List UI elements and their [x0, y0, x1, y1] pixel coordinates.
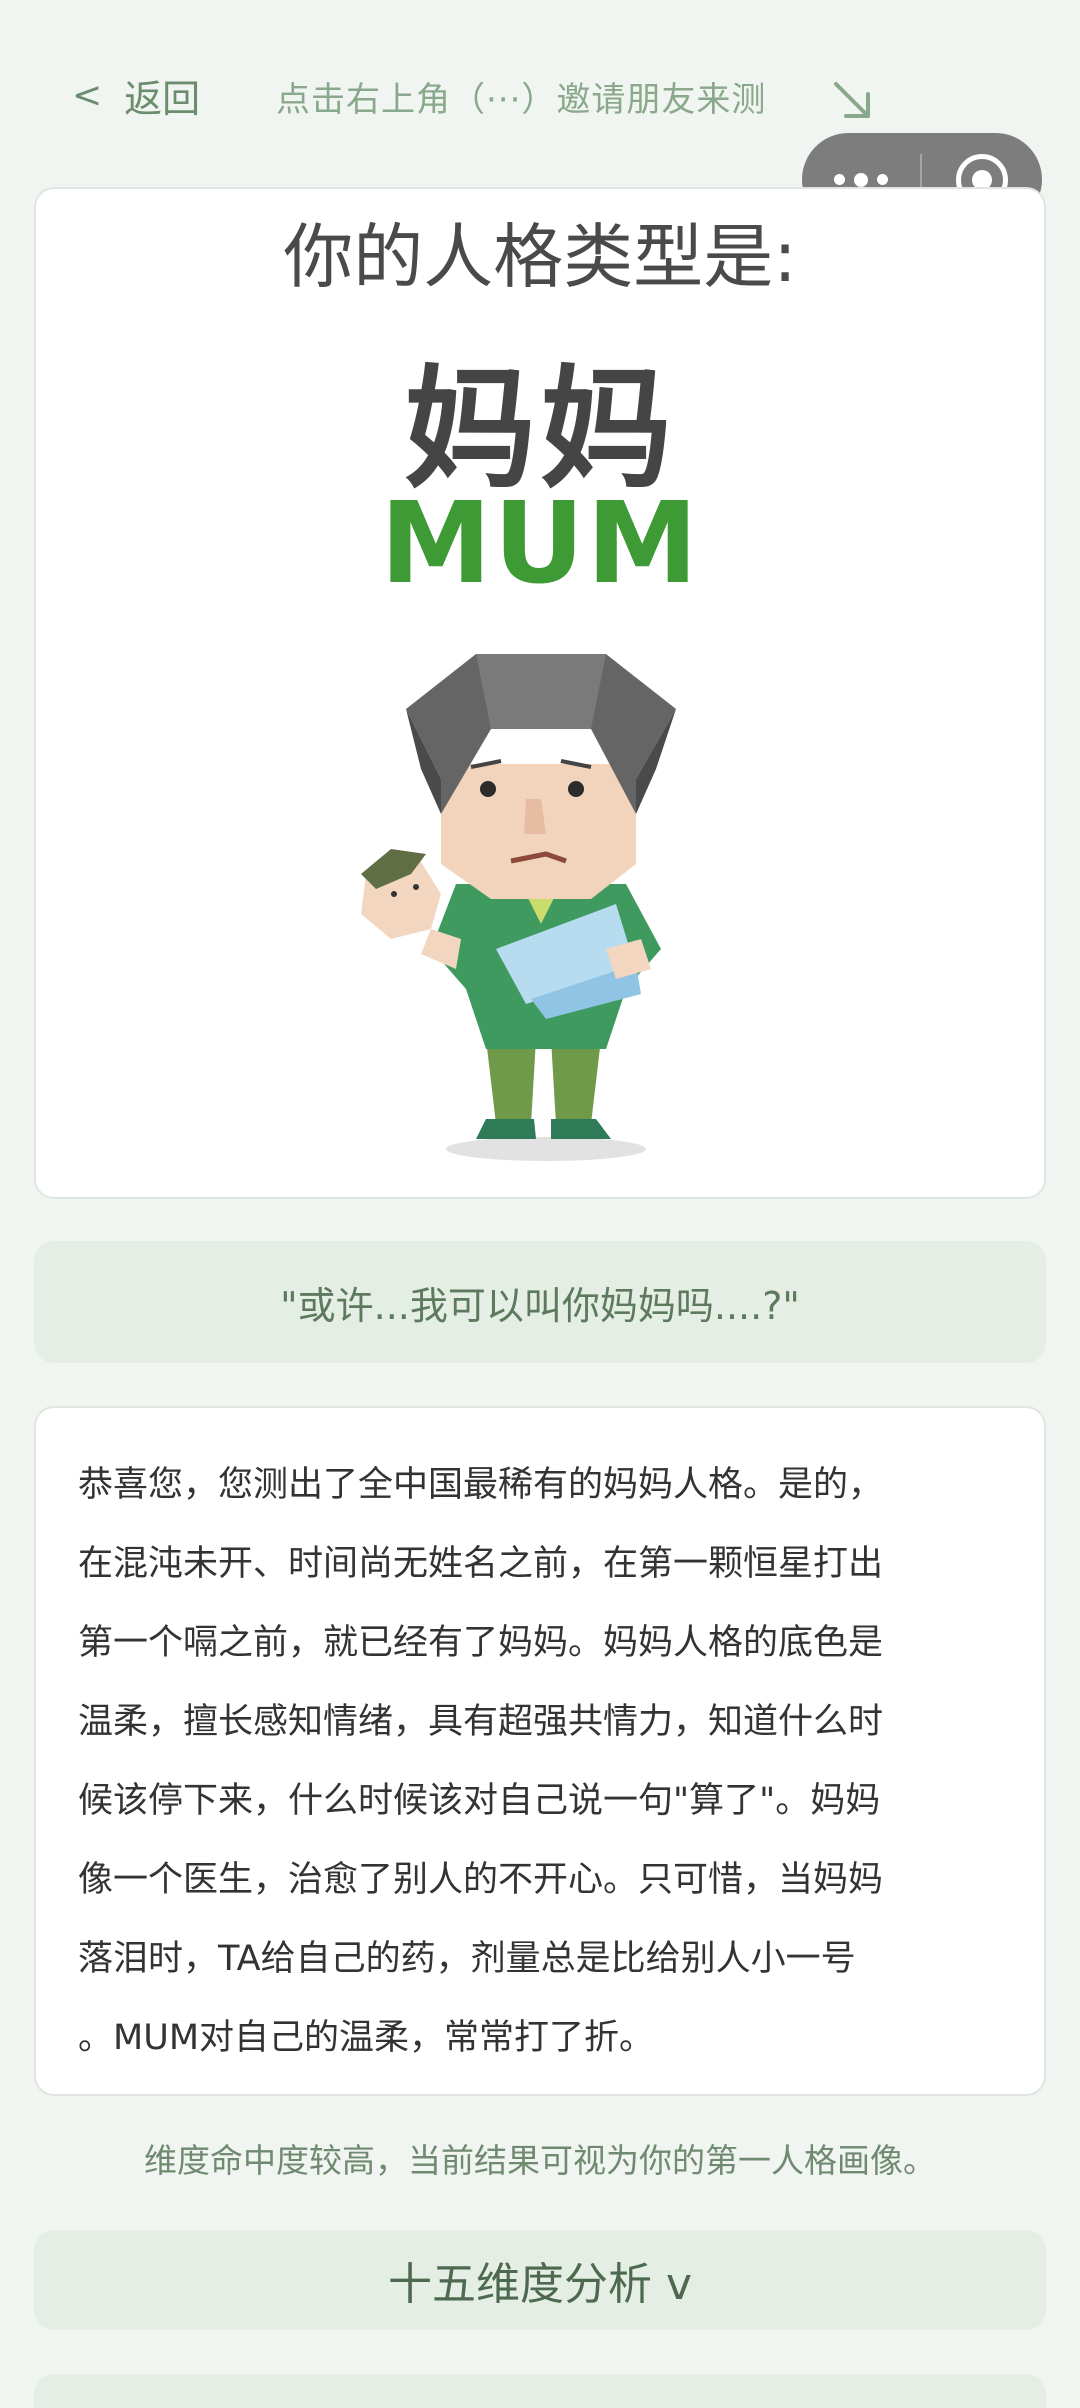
fifteen-dimensions-button[interactable]: 十五维度分析 v — [34, 2230, 1046, 2330]
description-line: 温柔，擅长感知情绪，具有超强共情力，知道什么时 — [78, 1702, 884, 1742]
next-section-panel — [34, 2374, 1046, 2408]
personality-type-en: MUM — [380, 479, 700, 609]
top-bar: < 返回 点击右上角（···）邀请朋友来测 — [0, 60, 1080, 130]
mum-character-illustration — [361, 654, 676, 1161]
result-card: 你的人格类型是: 妈妈 MUM — [34, 187, 1046, 1199]
description-line: 候该停下来，什么时候该对自己说一句"算了"。妈妈 — [78, 1781, 881, 1821]
description-line: 恭喜您，您测出了全中国最稀有的妈妈人格。是的， — [78, 1465, 884, 1505]
description-line: 。MUM对自己的温柔，常常打了折。 — [78, 2018, 655, 2058]
back-chevron-icon: < — [72, 75, 103, 116]
description-line: 像一个医生，治愈了别人的不开心。只可惜，当妈妈 — [78, 1860, 884, 1900]
description-line: 落泪时，TA给自己的药，剂量总是比给别人小一号 — [78, 1939, 856, 1979]
result-headline: 你的人格类型是: — [283, 216, 797, 298]
result-quote: "或许...我可以叫你妈妈吗....?" — [34, 1241, 1046, 1363]
description-card: 恭喜您，您测出了全中国最稀有的妈妈人格。是的， 在混沌未开、时间尚无姓名之前，在… — [34, 1406, 1046, 2096]
arrow-down-right-icon — [834, 82, 870, 118]
description-line: 第一个嗝之前，就已经有了妈妈。妈妈人格的底色是 — [78, 1623, 884, 1663]
result-page: < 返回 点击右上角（···）邀请朋友来测 你的人格类型是: 妈妈 MUM "或… — [0, 0, 1080, 2408]
back-label: 返回 — [124, 77, 201, 121]
match-note: 维度命中度较高，当前结果可视为你的第一人格画像。 — [144, 2141, 936, 2180]
share-hint: 点击右上角（···）邀请朋友来测 — [276, 80, 767, 120]
description-line: 在混沌未开、时间尚无姓名之前，在第一颗恒星打出 — [78, 1544, 884, 1584]
back-button[interactable]: < 返回 — [72, 68, 200, 123]
